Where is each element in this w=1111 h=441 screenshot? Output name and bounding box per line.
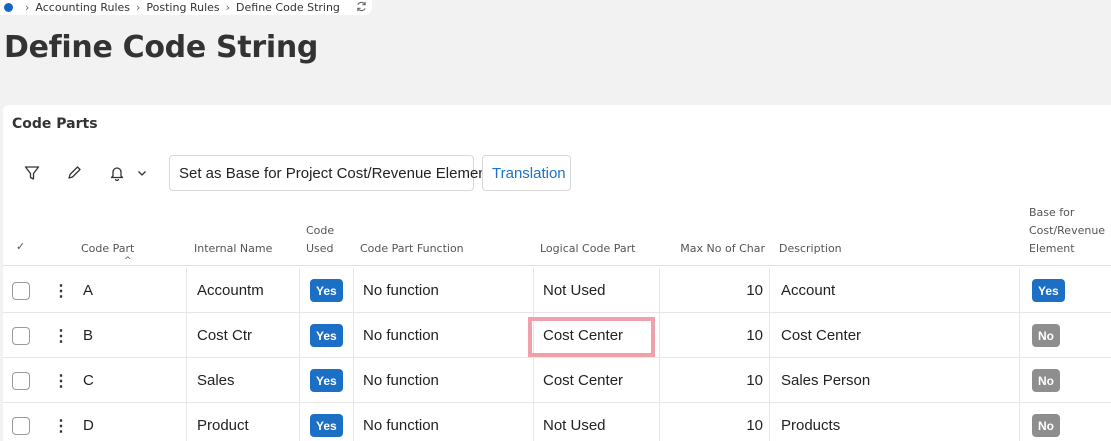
toolbar: Set as Base for Project Cost/Revenue Ele…	[3, 155, 1111, 191]
column-header-description[interactable]: Description	[779, 240, 842, 257]
code-used-badge[interactable]: Yes	[310, 279, 343, 302]
base-badge[interactable]: No	[1032, 414, 1060, 437]
set-as-base-button[interactable]: Set as Base for Project Cost/Revenue Ele…	[169, 155, 491, 191]
cell-code-part: D	[83, 417, 94, 434]
cell-function[interactable]: No function	[353, 268, 533, 313]
chevron-right-icon: ›	[25, 1, 30, 14]
column-header-code-used-line1[interactable]: Code	[306, 222, 334, 239]
table-row[interactable]: ⋮ A Accountm Yes No function Not Used 10…	[3, 268, 1111, 313]
filter-icon[interactable]	[22, 163, 42, 183]
edit-icon[interactable]	[64, 163, 84, 183]
cell-code-part: A	[83, 282, 94, 299]
column-header-base-line1[interactable]: Base for	[1029, 204, 1074, 221]
column-header-function[interactable]: Code Part Function	[360, 240, 464, 257]
bell-icon[interactable]	[107, 163, 127, 183]
cell-logical[interactable]: Not Used	[533, 268, 659, 313]
cell-max-char[interactable]: 10	[659, 358, 769, 403]
code-used-badge[interactable]: Yes	[310, 369, 343, 392]
row-checkbox[interactable]	[12, 416, 30, 435]
cell-max-char[interactable]: 10	[659, 268, 769, 313]
row-checkbox[interactable]	[12, 326, 30, 345]
chevron-right-icon: ›	[136, 1, 141, 14]
breadcrumb-item-accounting-rules[interactable]: Accounting Rules	[35, 1, 130, 14]
highlight-box	[528, 317, 655, 357]
cell-description[interactable]: Sales Person	[769, 358, 1019, 403]
cell-function[interactable]: No function	[353, 358, 533, 403]
column-header-code-used-line2[interactable]: Used	[306, 240, 334, 257]
column-header-base-line2[interactable]: Cost/Revenue	[1029, 222, 1105, 239]
cell-internal-name[interactable]: Product	[186, 403, 299, 441]
row-checkbox[interactable]	[12, 371, 30, 390]
table-row[interactable]: ⋮ C Sales Yes No function Cost Center 10…	[3, 358, 1111, 403]
select-all-checkmark[interactable]: ✓	[16, 238, 25, 255]
base-badge[interactable]: Yes	[1032, 279, 1065, 302]
base-badge[interactable]: No	[1032, 324, 1060, 347]
breadcrumb: › Accounting Rules › Posting Rules › Def…	[0, 0, 372, 15]
table-row[interactable]: ⋮ D Product Yes No function Not Used 10 …	[3, 403, 1111, 441]
table-header: ✓ Code Part ^ Internal Name Code Used Co…	[3, 200, 1111, 266]
column-header-internal-name[interactable]: Internal Name	[194, 240, 272, 257]
page-title: Define Code String	[4, 30, 319, 65]
cell-max-char[interactable]: 10	[659, 313, 769, 358]
column-header-base-line3[interactable]: Element	[1029, 240, 1075, 257]
cell-function[interactable]: No function	[353, 313, 533, 358]
kebab-icon[interactable]: ⋮	[53, 268, 69, 313]
cell-description[interactable]: Products	[769, 403, 1019, 441]
code-used-badge[interactable]: Yes	[310, 414, 343, 437]
cell-logical[interactable]: Not Used	[533, 403, 659, 441]
cell-function[interactable]: No function	[353, 403, 533, 441]
translation-button[interactable]: Translation	[482, 155, 571, 191]
column-header-max-char[interactable]: Max No of Char	[663, 240, 765, 257]
cell-logical[interactable]: Cost Center	[533, 358, 659, 403]
cell-code-part: C	[83, 372, 94, 389]
kebab-icon[interactable]: ⋮	[53, 313, 69, 358]
code-used-badge[interactable]: Yes	[310, 324, 343, 347]
cell-internal-name[interactable]: Cost Ctr	[186, 313, 299, 358]
breadcrumb-item-define-code-string: Define Code String	[236, 1, 340, 14]
row-checkbox[interactable]	[12, 281, 30, 300]
kebab-icon[interactable]: ⋮	[53, 358, 69, 403]
chevron-down-icon[interactable]	[132, 163, 152, 183]
cell-internal-name[interactable]: Accountm	[186, 268, 299, 313]
code-parts-card: Code Parts Set as Base for Project Cost/…	[3, 105, 1111, 441]
cell-max-char[interactable]: 10	[659, 403, 769, 441]
column-header-logical[interactable]: Logical Code Part	[540, 240, 635, 257]
home-icon[interactable]	[4, 3, 13, 12]
refresh-icon[interactable]	[356, 1, 367, 15]
cell-description[interactable]: Account	[769, 268, 1019, 313]
section-title: Code Parts	[12, 116, 98, 132]
breadcrumb-item-posting-rules[interactable]: Posting Rules	[146, 1, 219, 14]
kebab-icon[interactable]: ⋮	[53, 403, 69, 441]
cell-code-part: B	[83, 327, 94, 344]
chevron-right-icon: ›	[225, 1, 231, 14]
cell-description[interactable]: Cost Center	[769, 313, 1019, 358]
cell-internal-name[interactable]: Sales	[186, 358, 299, 403]
base-badge[interactable]: No	[1032, 369, 1060, 392]
